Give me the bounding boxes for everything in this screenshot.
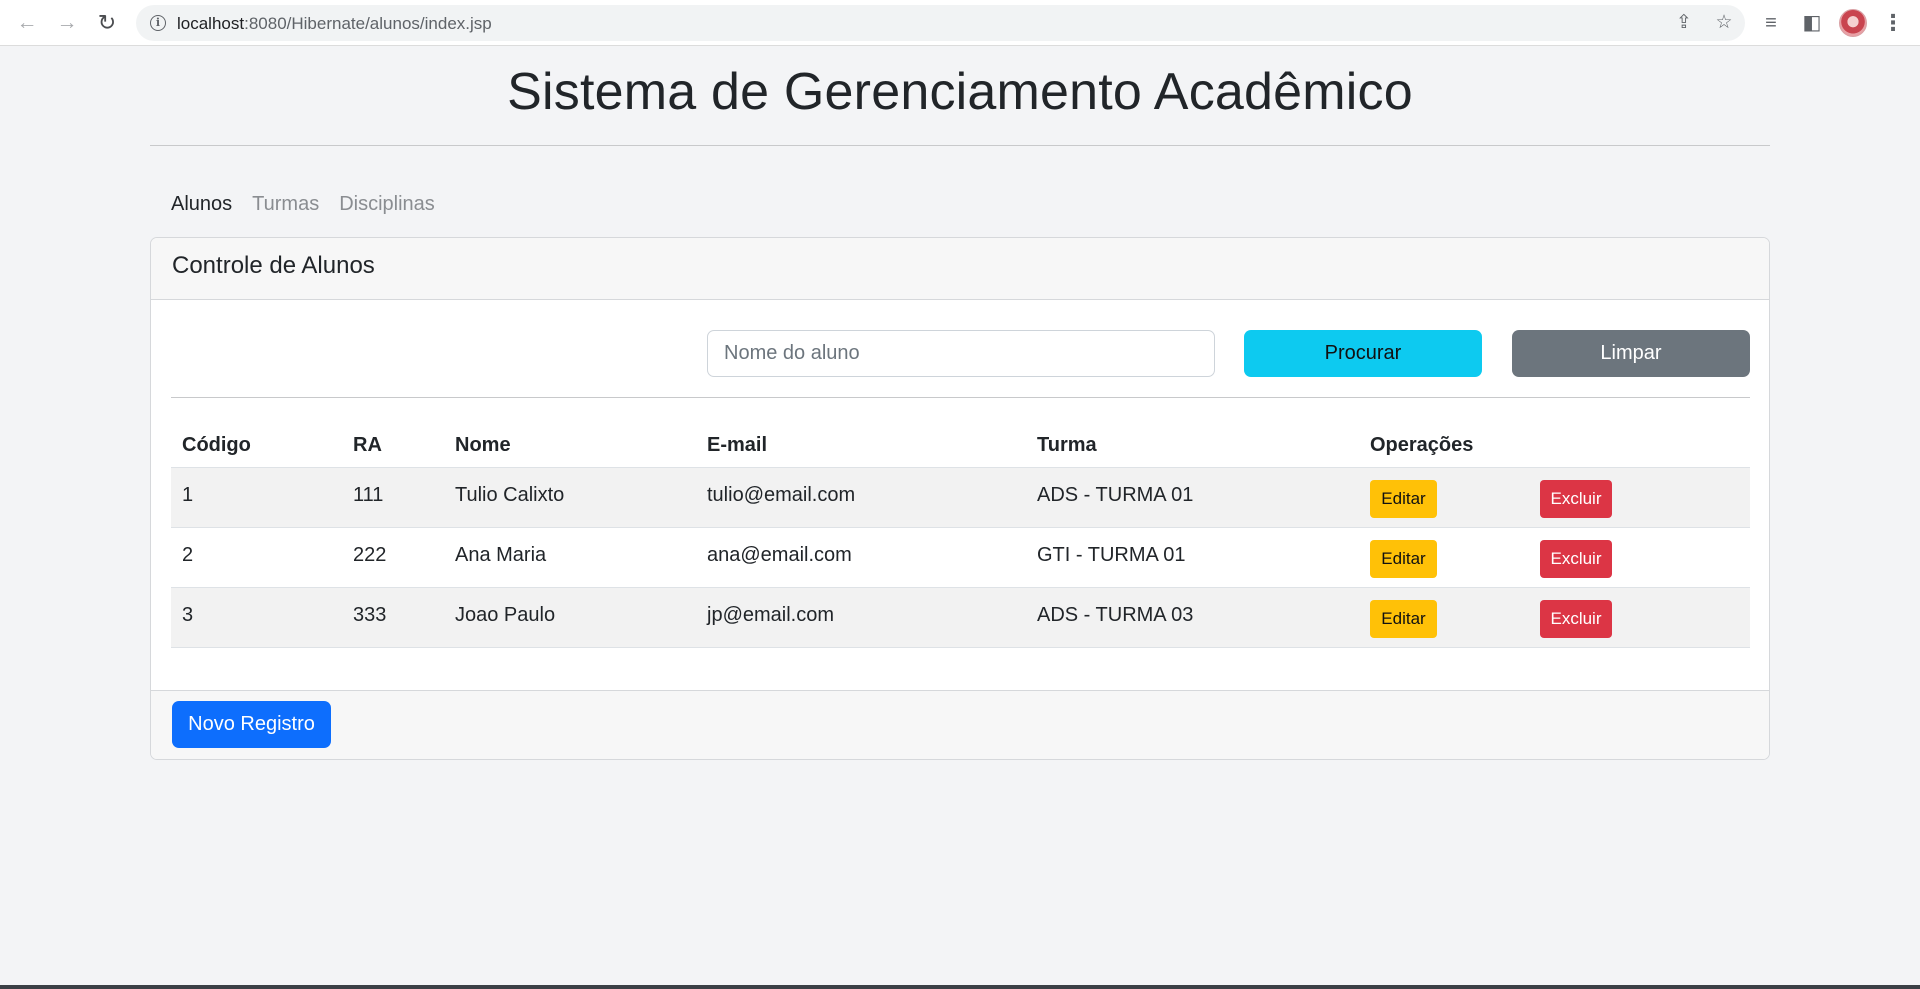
cell-turma: GTI - TURMA 01 [1037, 544, 1186, 566]
header-nome: Nome [455, 434, 511, 456]
star-icon[interactable]: ☆ [1713, 12, 1735, 34]
table-row: 2 222 Ana Maria ana@email.com GTI - TURM… [171, 528, 1750, 588]
cell-turma: ADS - TURMA 03 [1037, 604, 1194, 626]
clear-button[interactable]: Limpar [1512, 330, 1750, 377]
search-button[interactable]: Procurar [1244, 330, 1482, 377]
cell-ra: 222 [353, 544, 387, 566]
header-codigo: Código [182, 434, 251, 456]
cell-email: ana@email.com [707, 544, 852, 566]
reload-icon[interactable]: ↻ [94, 10, 120, 36]
title-divider [150, 145, 1770, 146]
info-icon[interactable]: i [150, 15, 166, 31]
table-row: 1 111 Tulio Calixto tulio@email.com ADS … [171, 468, 1750, 528]
new-record-button[interactable]: Novo Registro [172, 701, 331, 748]
header-ra: RA [353, 434, 382, 456]
edit-button[interactable]: Editar [1370, 540, 1437, 578]
nav-link-disciplinas[interactable]: Disciplinas [329, 190, 445, 219]
cell-email: tulio@email.com [707, 484, 856, 506]
table-header: Código RA Nome E-mail Turma Operações [171, 425, 1750, 468]
delete-button[interactable]: Excluir [1540, 600, 1612, 638]
table-row: 3 333 Joao Paulo jp@email.com ADS - TURM… [171, 588, 1750, 648]
card-title: Controle de Alunos [172, 252, 375, 279]
cell-nome: Ana Maria [455, 544, 547, 566]
header-operacoes: Operações [1370, 434, 1474, 456]
url-text[interactable]: localhost:8080/Hibernate/alunos/index.js… [177, 14, 492, 34]
profile-avatar[interactable] [1839, 9, 1867, 37]
nav-link-turmas[interactable]: Turmas [242, 190, 329, 219]
page-title: Sistema de Gerenciamento Acadêmico [507, 63, 1413, 121]
cell-ra: 111 [353, 484, 384, 506]
window-bottom-edge [0, 985, 1920, 989]
cell-nome: Tulio Calixto [455, 484, 565, 506]
url-path: :8080/Hibernate/alunos/index.jsp [244, 14, 492, 33]
cell-codigo: 2 [182, 544, 194, 566]
header-email: E-mail [707, 434, 768, 456]
card-footer: Novo Registro [151, 690, 1769, 759]
share-icon[interactable]: ⇪ [1673, 12, 1695, 34]
students-table: Código RA Nome E-mail Turma Operações 1 … [171, 425, 1750, 648]
address-bar[interactable]: i localhost:8080/Hibernate/alunos/index.… [136, 5, 1745, 41]
cell-ra: 333 [353, 604, 387, 626]
main-nav: Alunos Turmas Disciplinas [161, 190, 445, 219]
cell-codigo: 1 [182, 484, 194, 506]
edit-button[interactable]: Editar [1370, 600, 1437, 638]
nav-link-alunos[interactable]: Alunos [161, 190, 242, 219]
browser-toolbar: ← → ↻ i localhost:8080/Hibernate/alunos/… [0, 0, 1920, 46]
header-turma: Turma [1037, 434, 1097, 456]
arrow-left-icon[interactable]: ← [14, 10, 40, 36]
arrow-right-icon[interactable]: → [54, 10, 80, 36]
delete-button[interactable]: Excluir [1540, 480, 1612, 518]
card-header: Controle de Alunos [151, 238, 1769, 300]
url-host: localhost [177, 14, 245, 33]
kebab-menu-icon[interactable]: ⋮ [1880, 10, 1906, 36]
delete-button[interactable]: Excluir [1540, 540, 1612, 578]
cell-nome: Joao Paulo [455, 604, 556, 626]
side-panel-icon[interactable]: ◧ [1799, 10, 1825, 36]
media-queue-icon[interactable]: ≡ [1758, 10, 1784, 36]
students-card: Controle de Alunos Nome: Procurar Limpar… [150, 237, 1770, 760]
cell-turma: ADS - TURMA 01 [1037, 484, 1194, 506]
cell-email: jp@email.com [707, 604, 835, 626]
cell-codigo: 3 [182, 604, 194, 626]
search-divider [171, 397, 1750, 398]
edit-button[interactable]: Editar [1370, 480, 1437, 518]
search-input[interactable] [707, 330, 1215, 377]
